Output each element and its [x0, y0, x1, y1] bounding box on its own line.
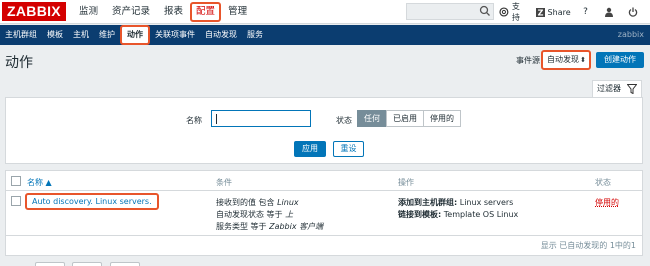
menu-reports[interactable]: 报表: [157, 0, 190, 24]
svg-text:Z: Z: [537, 8, 543, 17]
filter-tab-label: 过滤器: [597, 84, 621, 93]
menu-inventory[interactable]: 资产记录: [105, 0, 157, 24]
submenu-event-correlation[interactable]: 关联项事件: [150, 25, 200, 45]
filter-name-input[interactable]: [211, 110, 311, 127]
header-divider: [6, 190, 642, 191]
filter-panel: 名称 状态 任何 已启用 停用的 应用 重设: [5, 97, 643, 164]
condition-line: 服务类型 等于 Zabbix 客户端: [216, 222, 324, 231]
menu-monitoring[interactable]: 监测: [72, 0, 105, 24]
operation-line: 添加到主机群组: Linux servers: [398, 198, 514, 207]
actions-table: 名称 ▲ 条件 操作 状态 Auto discovery. Linux serv…: [5, 170, 643, 256]
top-bar: ZABBIX 监测 资产记录 报表 配置 管理 支持 Z Share ?: [0, 0, 650, 24]
submenu-templates[interactable]: 模板: [42, 25, 68, 45]
event-source-label: 事件源: [516, 56, 540, 65]
submenu-actions[interactable]: 动作: [120, 25, 150, 45]
column-header-name[interactable]: 名称 ▲: [27, 177, 52, 188]
search-icon[interactable]: [478, 4, 492, 18]
action-operations: 添加到主机群组: Linux servers 链接到模板: Template O…: [398, 197, 518, 221]
bulk-button[interactable]: [72, 262, 102, 266]
share-icon: Z: [535, 7, 545, 17]
column-header-conditions: 条件: [216, 178, 232, 187]
action-status-toggle[interactable]: 停用的: [595, 197, 619, 208]
page-title: 动作: [5, 55, 33, 71]
event-source-select[interactable]: 自动发现 ⬍: [541, 50, 591, 70]
server-name: zabbix: [617, 30, 644, 39]
menu-administration[interactable]: 管理: [221, 0, 254, 24]
event-source-value: 自动发现: [547, 55, 579, 64]
menu-configuration[interactable]: 配置: [190, 2, 222, 22]
bulk-button[interactable]: [35, 262, 65, 266]
column-header-status: 状态: [595, 178, 611, 187]
filter-icon: [627, 84, 637, 94]
status-enabled-option[interactable]: 已启用: [386, 110, 424, 127]
condition-line: 自动发现状态 等于 上: [216, 210, 294, 219]
select-arrows-icon: ⬍: [580, 56, 586, 64]
column-header-operations: 操作: [398, 178, 414, 187]
share-label: Share: [547, 7, 571, 17]
status-radio-group: 任何 已启用 停用的: [357, 110, 461, 127]
create-action-button[interactable]: 创建动作: [596, 52, 644, 68]
status-disabled-option[interactable]: 停用的: [423, 110, 461, 127]
action-name-link[interactable]: Auto discovery. Linux servers.: [25, 193, 159, 210]
top-right-tools: 支持 Z Share ?: [499, 0, 650, 24]
share-link[interactable]: Z Share: [535, 7, 571, 17]
submenu-host-groups[interactable]: 主机群组: [0, 25, 42, 45]
support-label: 支持: [511, 2, 520, 22]
submenu-hosts[interactable]: 主机: [68, 25, 94, 45]
row-divider: [6, 235, 642, 236]
main-menu: 监测 资产记录 报表 配置 管理: [72, 0, 254, 24]
logout-icon[interactable]: [626, 5, 640, 19]
help-icon[interactable]: ?: [579, 5, 593, 19]
filter-name-label: 名称: [186, 116, 202, 125]
user-profile-icon[interactable]: [602, 5, 616, 19]
submenu-services[interactable]: 服务: [242, 25, 268, 45]
text-caret: [216, 114, 217, 124]
bulk-button[interactable]: [110, 262, 140, 266]
zabbix-logo[interactable]: ZABBIX: [2, 2, 66, 21]
select-all-checkbox[interactable]: [11, 176, 21, 186]
row-checkbox[interactable]: [11, 196, 21, 206]
table-summary: 显示 已自动发现的 1中的1: [540, 241, 636, 250]
support-link[interactable]: 支持: [499, 1, 528, 23]
status-any-option[interactable]: 任何: [357, 110, 387, 127]
apply-button[interactable]: 应用: [294, 141, 326, 157]
action-conditions: 接收到的值 包含 Linux 自动发现状态 等于 上 服务类型 等于 Zabbi…: [216, 197, 323, 233]
reset-button[interactable]: 重设: [333, 141, 364, 157]
sub-menu: 主机群组 模板 主机 维护 动作 关联项事件 自动发现 服务 zabbix: [0, 25, 650, 45]
condition-line: 接收到的值 包含 Linux: [216, 198, 299, 207]
submenu-discovery[interactable]: 自动发现: [200, 25, 242, 45]
submenu-maintenance[interactable]: 维护: [94, 25, 120, 45]
support-icon: [499, 7, 509, 17]
operation-line: 链接到模板: Template OS Linux: [398, 210, 519, 219]
filter-tab[interactable]: 过滤器: [592, 80, 642, 97]
filter-status-label: 状态: [336, 116, 352, 125]
